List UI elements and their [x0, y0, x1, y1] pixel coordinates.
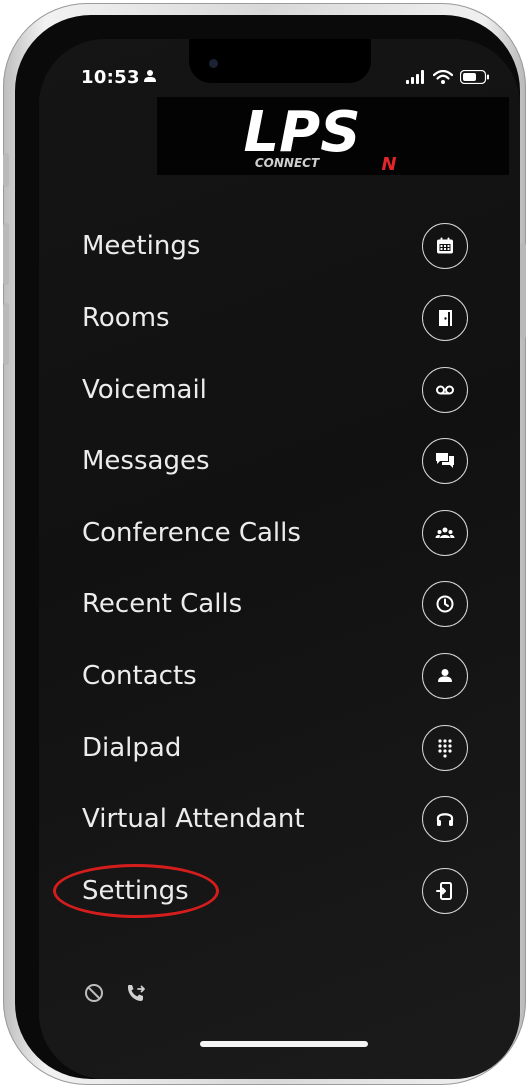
menu-item-rooms[interactable]: Rooms: [82, 291, 482, 345]
battery-icon: [460, 70, 489, 84]
chat-bubbles-icon[interactable]: [422, 438, 468, 484]
home-indicator[interactable]: [200, 1041, 368, 1047]
menu-item-label: Conference Calls: [82, 518, 301, 548]
status-time: 10:53: [81, 67, 140, 88]
wifi-icon: [433, 70, 453, 84]
menu-item-label: Voicemail: [82, 375, 207, 405]
call-forward-icon[interactable]: [125, 982, 147, 1004]
group-icon[interactable]: [422, 510, 468, 556]
menu-item-conference-calls[interactable]: Conference Calls: [82, 506, 482, 560]
front-camera: [209, 59, 218, 68]
logo-accent-mark: N: [381, 154, 396, 175]
menu-item-label: Recent Calls: [82, 589, 243, 619]
menu-item-meetings[interactable]: Meetings: [82, 219, 482, 273]
menu-item-label: Virtual Attendant: [82, 804, 305, 834]
headset-icon[interactable]: [422, 796, 468, 842]
action-button: [3, 153, 9, 187]
menu-item-label: Settings: [82, 876, 189, 906]
menu-item-messages[interactable]: Messages: [82, 434, 482, 488]
app-logo: LPS CONNECT N: [157, 97, 509, 175]
phone-bezel: 10:53 LPS CONNECT N Meetings Rooms Voice…: [15, 15, 520, 1079]
menu-item-label: Messages: [82, 446, 210, 476]
calendar-icon[interactable]: [422, 223, 468, 269]
menu-item-contacts[interactable]: Contacts: [82, 649, 482, 703]
menu-item-settings[interactable]: Settings: [82, 864, 482, 918]
logo-connect-text: CONNECT: [255, 156, 320, 170]
menu-item-label: Contacts: [82, 661, 197, 691]
phone-frame: 10:53 LPS CONNECT N Meetings Rooms Voice…: [3, 3, 526, 1085]
volume-down-button: [3, 303, 9, 365]
status-indicators: [406, 70, 490, 84]
voicemail-icon[interactable]: [422, 367, 468, 413]
menu-item-voicemail[interactable]: Voicemail: [82, 363, 482, 417]
person-icon[interactable]: [422, 653, 468, 699]
menu-item-recent-calls[interactable]: Recent Calls: [82, 577, 482, 631]
menu-item-label: Rooms: [82, 303, 170, 333]
menu-item-label: Dialpad: [82, 733, 182, 763]
clock-icon[interactable]: [422, 581, 468, 627]
settings-exit-icon[interactable]: [422, 868, 468, 914]
menu-item-virtual-attendant[interactable]: Virtual Attendant: [82, 792, 482, 846]
menu-item-label: Meetings: [82, 231, 201, 261]
door-icon[interactable]: [422, 295, 468, 341]
signal-icon: [406, 70, 424, 84]
dialpad-icon[interactable]: [422, 725, 468, 771]
side-button: [520, 243, 526, 339]
menu-item-dialpad[interactable]: Dialpad: [82, 721, 482, 775]
app-screen: 10:53 LPS CONNECT N Meetings Rooms Voice…: [39, 39, 520, 1079]
do-not-disturb-icon[interactable]: [83, 982, 105, 1004]
person-icon: [144, 70, 156, 82]
volume-up-button: [3, 223, 9, 285]
